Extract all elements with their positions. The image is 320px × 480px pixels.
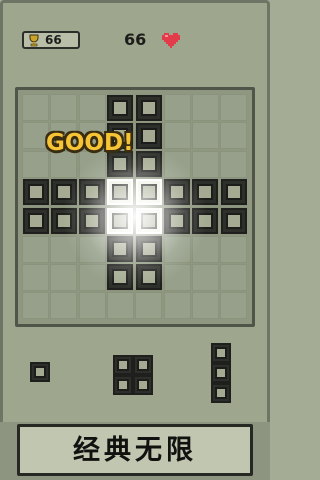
good-combo-text: GOOD! <box>46 130 134 156</box>
board-cell[interactable] <box>135 292 163 320</box>
board-cell[interactable] <box>220 235 248 263</box>
tray-block <box>133 375 153 395</box>
board-block <box>192 207 219 234</box>
board-cell[interactable] <box>220 94 248 121</box>
tray-block <box>113 355 133 375</box>
board-cell[interactable] <box>22 235 49 263</box>
board-block <box>50 179 77 206</box>
board-block <box>79 179 106 206</box>
board-cell[interactable] <box>22 94 49 121</box>
board-cell[interactable] <box>191 292 219 320</box>
tray-block <box>113 375 133 395</box>
board-cell[interactable] <box>191 94 219 121</box>
mode-button[interactable]: 经典无限 <box>17 424 253 476</box>
board-cell[interactable] <box>163 292 191 320</box>
board-block <box>135 207 162 234</box>
board-cell[interactable] <box>163 122 191 150</box>
board-cell[interactable] <box>163 235 191 263</box>
board-cell[interactable] <box>78 235 106 263</box>
board-block <box>107 207 134 234</box>
board-block <box>107 94 134 121</box>
mode-label: 经典无限 <box>73 435 197 466</box>
current-score: 66 <box>124 30 147 49</box>
board-block <box>79 207 106 234</box>
board-block <box>107 179 134 206</box>
board-cell[interactable] <box>50 94 78 121</box>
best-score-value: 66 <box>45 33 62 47</box>
board-cell[interactable] <box>50 263 78 291</box>
board-block <box>220 179 247 206</box>
board-block <box>135 264 162 291</box>
board-cell[interactable] <box>22 150 49 178</box>
board-block <box>164 207 190 234</box>
board-cell[interactable] <box>22 263 49 291</box>
board-block <box>220 207 247 234</box>
board-cell[interactable] <box>220 122 248 150</box>
board-cell[interactable] <box>106 292 134 320</box>
board-cell[interactable] <box>78 263 106 291</box>
board-block <box>135 122 162 149</box>
board-cell[interactable] <box>22 292 49 320</box>
board-cell[interactable] <box>191 235 219 263</box>
board-block <box>50 207 77 234</box>
board-block <box>135 236 162 262</box>
trophy-icon <box>29 34 39 47</box>
board-block <box>22 179 49 206</box>
board-cell[interactable] <box>191 150 219 178</box>
board-block <box>22 207 49 234</box>
best-score-box: 66 <box>22 31 80 49</box>
board-block <box>135 179 162 206</box>
tray-block <box>133 355 153 375</box>
board-cell[interactable] <box>220 150 248 178</box>
heart-icon[interactable] <box>162 32 180 48</box>
board-cell[interactable] <box>22 122 49 150</box>
board-cell[interactable] <box>50 235 78 263</box>
board-cell[interactable] <box>163 263 191 291</box>
tray-block <box>30 362 50 382</box>
board-block <box>135 151 162 178</box>
board-grid[interactable] <box>22 94 248 320</box>
board-block <box>107 236 134 262</box>
board-cell[interactable] <box>191 263 219 291</box>
game-board[interactable] <box>15 87 255 327</box>
tray-block <box>211 343 231 363</box>
board-block <box>164 179 190 206</box>
board-block <box>135 94 162 121</box>
board-cell[interactable] <box>78 292 106 320</box>
board-block <box>192 179 219 206</box>
board-block <box>107 264 134 291</box>
tray-block <box>211 383 231 403</box>
board-cell[interactable] <box>50 292 78 320</box>
board-cell[interactable] <box>163 94 191 121</box>
board-cell[interactable] <box>220 263 248 291</box>
tray-block <box>211 363 231 383</box>
board-cell[interactable] <box>191 122 219 150</box>
board-cell[interactable] <box>220 292 248 320</box>
board-cell[interactable] <box>163 150 191 178</box>
board-cell[interactable] <box>78 94 106 121</box>
